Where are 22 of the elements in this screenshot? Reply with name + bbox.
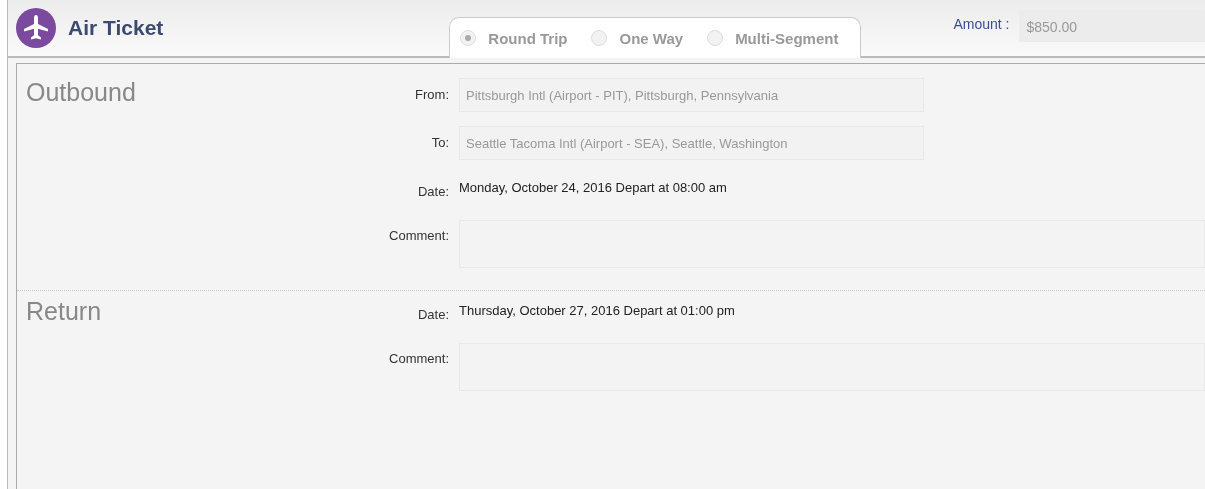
field-label: Comment: xyxy=(388,227,450,243)
date-text: Monday, October 24, 2016 Depart at 08:00 am xyxy=(459,180,727,195)
amount-field[interactable]: $850.00 xyxy=(1018,10,1205,42)
input-field[interactable]: Seattle Tacoma Intl (Airport - SEA), Seattle, Washington xyxy=(459,126,924,160)
section-title: Return xyxy=(26,297,103,327)
date-text: Thursday, October 27, 2016 Depart at 01:00 pm xyxy=(459,303,735,318)
trip-type-option[interactable]: One Way xyxy=(591,29,684,47)
radio-button[interactable] xyxy=(460,30,477,46)
field-label: Date: xyxy=(416,183,450,199)
field-label: From: xyxy=(414,86,450,102)
field-label: To: xyxy=(430,134,450,150)
input-field[interactable]: Pittsburgh Intl (Airport - PIT), Pittsburgh, Pennsylvania xyxy=(459,78,924,112)
field-label: Date: xyxy=(416,306,450,322)
airplane-icon xyxy=(16,8,56,48)
radio-button[interactable] xyxy=(591,30,608,46)
section-title: Outbound xyxy=(26,78,137,108)
page-title: Air Ticket xyxy=(68,16,164,40)
radio-button[interactable] xyxy=(707,30,724,46)
field-label: Comment: xyxy=(388,350,450,366)
trip-type-option[interactable]: Multi-Segment xyxy=(707,29,839,47)
amount-label: Amount : xyxy=(953,16,1010,32)
trip-type-option[interactable]: Round Trip xyxy=(460,29,568,47)
